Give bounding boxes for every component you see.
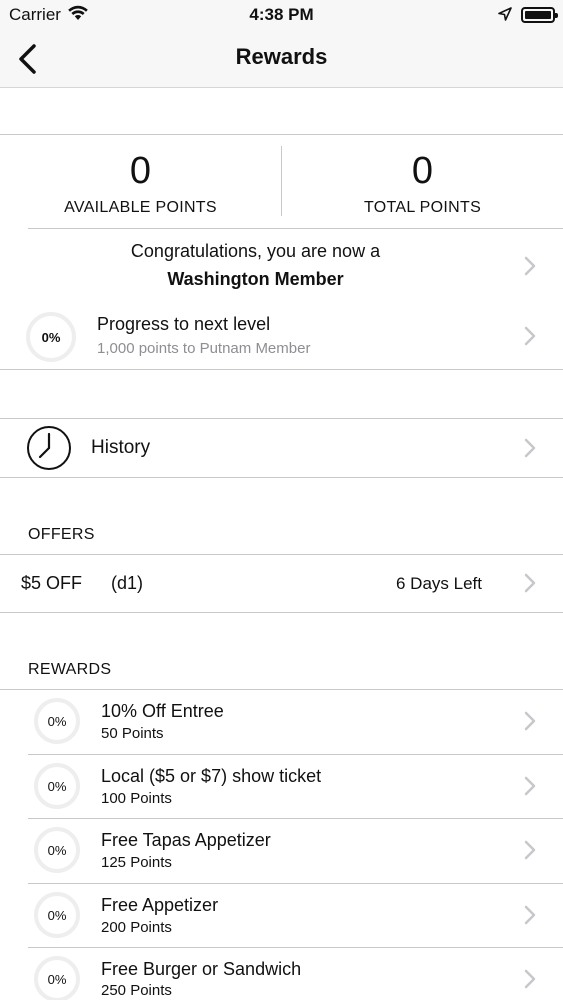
- reward-points: 50 Points: [101, 725, 164, 742]
- reward-percent: 0%: [47, 907, 67, 923]
- reward-progress-ring: 0%: [34, 763, 80, 809]
- chevron-right-icon: [524, 326, 536, 346]
- reward-points: 125 Points: [101, 854, 172, 871]
- offer-days-left: 6 Days Left: [396, 574, 482, 593]
- offer-title: $5 OFF: [21, 573, 83, 593]
- reward-percent: 0%: [47, 842, 67, 858]
- rewards-header: REWARDS: [28, 661, 112, 678]
- reward-row[interactable]: 0% Free Burger or Sandwich 250 Points: [0, 948, 563, 1000]
- history-label: History: [91, 437, 151, 458]
- page-title: Rewards: [235, 44, 328, 69]
- reward-row[interactable]: 0% Free Tapas Appetizer 125 Points: [0, 819, 563, 883]
- reward-progress-ring: 0%: [34, 827, 80, 873]
- points-divider: [281, 146, 282, 216]
- reward-points: 250 Points: [101, 982, 172, 999]
- reward-row[interactable]: 0% Free Appetizer 200 Points: [0, 884, 563, 948]
- progress-subtitle: 1,000 points to Putnam Member: [97, 340, 311, 357]
- reward-title: Local ($5 or $7) show ticket: [101, 766, 322, 786]
- chevron-right-icon: [524, 969, 536, 989]
- divider: [0, 134, 563, 135]
- chevron-right-icon: [524, 573, 536, 593]
- reward-title: Free Appetizer: [101, 895, 219, 915]
- chevron-right-icon: [524, 438, 536, 458]
- progress-title: Progress to next level: [97, 314, 271, 334]
- chevron-right-icon: [524, 776, 536, 796]
- reward-progress-ring: 0%: [34, 892, 80, 938]
- chevron-right-icon: [524, 256, 536, 276]
- available-points-value: 0: [129, 150, 152, 192]
- divider: [0, 612, 563, 613]
- reward-percent: 0%: [47, 713, 67, 729]
- history-row[interactable]: History: [0, 419, 563, 477]
- reward-percent: 0%: [47, 971, 67, 987]
- reward-progress-ring: 0%: [34, 698, 80, 744]
- membership-status-row[interactable]: Congratulations, you are now a Washingto…: [0, 229, 563, 301]
- chevron-right-icon: [524, 840, 536, 860]
- reward-title: Free Burger or Sandwich: [101, 959, 302, 979]
- reward-title: 10% Off Entree: [101, 701, 224, 721]
- membership-congrats-text: Congratulations, you are now a: [130, 241, 381, 261]
- battery-icon: [521, 7, 558, 23]
- membership-level: Washington Member: [167, 269, 344, 289]
- chevron-right-icon: [524, 711, 536, 731]
- total-points-value: 0: [411, 150, 434, 192]
- reward-row[interactable]: 0% 10% Off Entree 50 Points: [0, 690, 563, 754]
- offer-code: (d1): [111, 573, 144, 593]
- clock-icon: [27, 426, 71, 470]
- progress-ring: 0%: [26, 312, 76, 362]
- divider: [0, 477, 563, 478]
- progress-row[interactable]: 0% Progress to next level 1,000 points t…: [0, 303, 563, 369]
- reward-percent: 0%: [47, 778, 67, 794]
- reward-points: 100 Points: [101, 790, 172, 807]
- reward-progress-ring: 0%: [34, 956, 80, 1000]
- offers-header: OFFERS: [28, 526, 95, 543]
- navigation-bar: Rewards: [0, 30, 563, 88]
- total-points-label: TOTAL POINTS: [363, 199, 482, 216]
- status-time: 4:38 PM: [249, 5, 314, 24]
- progress-percent: 0%: [41, 329, 61, 345]
- status-bar: Carrier 4:38 PM: [0, 0, 563, 30]
- reward-points: 200 Points: [101, 919, 172, 936]
- reward-title: Free Tapas Appetizer: [101, 830, 271, 850]
- reward-row[interactable]: 0% Local ($5 or $7) show ticket 100 Poin…: [0, 755, 563, 819]
- location-arrow-icon: [498, 6, 512, 26]
- available-points-label: AVAILABLE POINTS: [64, 199, 217, 216]
- chevron-right-icon: [524, 905, 536, 925]
- offer-row[interactable]: $5 OFF (d1) 6 Days Left: [0, 555, 563, 612]
- divider: [0, 369, 563, 370]
